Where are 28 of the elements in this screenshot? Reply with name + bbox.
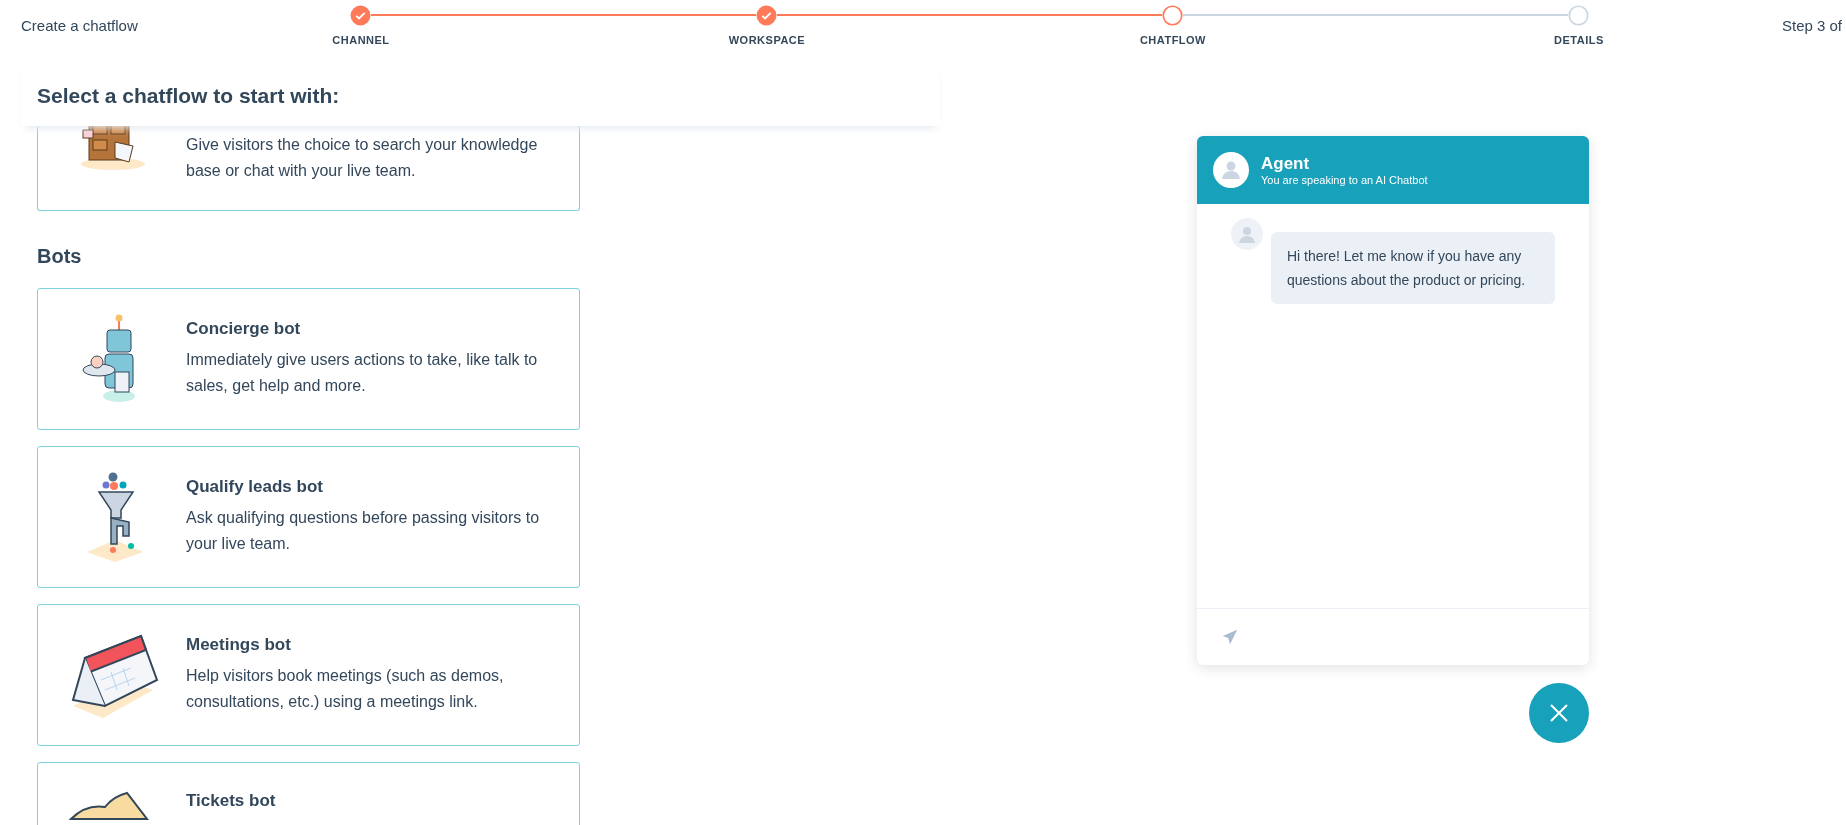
agent-name: Agent [1261,154,1311,174]
send-icon[interactable] [1221,628,1239,646]
card-title: Meetings bot [186,635,292,655]
card-description: Help visitors book meetings (such as demos, consultations, etc.) using a meetings link. [186,666,505,712]
section-title: Bots [37,245,83,268]
card-description: Ask qualifying questions before passing visitors to your live team. [186,508,541,554]
avatar-icon [1231,218,1263,250]
card-title: Concierge bot [186,319,302,339]
agent-subtitle: You are speaking to an AI Chatbot [1261,174,1428,186]
card-title: Qualify leads bot [186,477,324,497]
step-label: DETAILS [1554,34,1604,46]
card-description: Immediately give users actions to take, like talk to sales, get help and more. [186,350,539,396]
page-title: Create a chatflow [20,16,139,34]
section-heading: Select a chatflow to start with: [37,84,341,108]
chatflow-card[interactable]: Concierge bot Immediately give users actions to take, like talk to sales, get help and more. [37,288,580,430]
chat-message: Hi there! Let me know if you have any questions about the product or pricing. [1271,232,1555,304]
chatflow-card[interactable]: Tickets bot [37,762,580,825]
card-description: Give visitors the choice to search your knowledge base or chat with your live team. [185,135,539,181]
close-button[interactable] [1529,683,1589,743]
step-counter: Step 3 of [1781,16,1842,34]
chatflow-card[interactable]: Meetings bot Help visitors book meetings (such as demos, consultations, etc.) using a meetings link. [37,604,580,746]
chatflow-card[interactable]: Give visitors the choice to search your knowledge base or chat with your live team. [37,126,580,211]
step-label: CHANNEL [332,34,390,46]
step-label: WORKSPACE [728,34,806,46]
avatar-icon [1213,152,1249,188]
chatflow-card[interactable]: Qualify leads bot Ask qualifying questions before passing visitors to your live team. [37,446,580,588]
card-title: Tickets bot [186,791,276,811]
step-label: CHATFLOW [1139,34,1206,46]
